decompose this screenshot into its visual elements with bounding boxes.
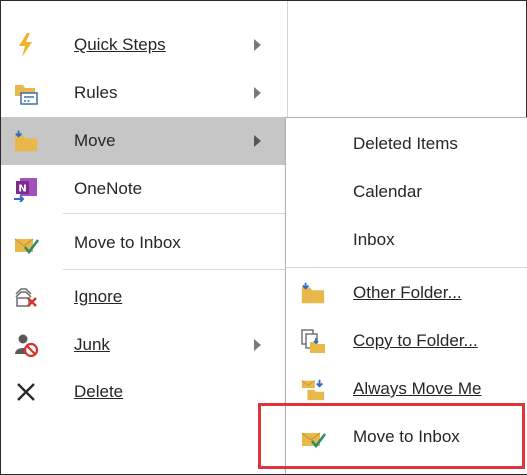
menu-item-label: Delete: [74, 382, 124, 401]
menu-item-label: OneNote: [74, 179, 143, 198]
submenu-item-label: Move to Inbox: [353, 427, 460, 446]
menu-item-label: Ignore: [74, 287, 123, 306]
submenu-item-inbox[interactable]: Inbox: [286, 216, 527, 264]
menu-item-move[interactable]: Move: [1, 117, 287, 165]
svg-text:N: N: [18, 184, 26, 195]
rules-icon: [13, 80, 39, 106]
menu-item-move-to-inbox[interactable]: Move to Inbox: [1, 219, 287, 267]
menu-item-quick-steps[interactable]: Quick Steps: [1, 21, 287, 69]
menu-item-label: Quick Steps: [74, 35, 166, 54]
ignore-icon: [13, 284, 39, 310]
move-folder-icon: [13, 128, 39, 154]
submenu-arrow-icon: [254, 135, 261, 147]
menu-item-label: Rules: [74, 83, 118, 102]
submenu-item-calendar[interactable]: Calendar: [286, 168, 527, 216]
menu-separator: [63, 269, 288, 270]
junk-icon: [13, 332, 39, 358]
menu-separator: [63, 213, 288, 214]
submenu-item-label: Other Folder...: [353, 283, 462, 302]
submenu-arrow-icon: [254, 339, 261, 351]
submenu-item-deleted-items[interactable]: Deleted Items: [286, 120, 527, 168]
lightning-icon: [13, 32, 39, 58]
move-to-inbox-icon: [300, 424, 326, 450]
submenu-item-always-move[interactable]: Always Move Me: [286, 365, 527, 413]
always-move-icon: [300, 376, 326, 402]
move-to-inbox-icon: [13, 230, 39, 256]
other-folder-icon: [300, 280, 326, 306]
submenu-item-label: Always Move Me: [353, 379, 482, 398]
submenu-item-move-to-inbox[interactable]: Move to Inbox: [286, 413, 527, 461]
menu-separator: [286, 267, 527, 268]
submenu-arrow-icon: [254, 39, 261, 51]
move-submenu: Deleted Items Calendar Inbox Other Folde…: [285, 117, 527, 474]
menu-item-ignore[interactable]: Ignore: [1, 273, 287, 321]
menu-item-junk[interactable]: Junk: [1, 321, 287, 369]
menu-item-label: Junk: [74, 335, 110, 354]
menu-item-label: Move: [74, 131, 116, 150]
delete-x-icon: [13, 379, 39, 405]
menu-item-delete[interactable]: Delete: [1, 368, 287, 416]
submenu-item-label: Copy to Folder...: [353, 331, 478, 350]
submenu-item-label: Deleted Items: [353, 134, 458, 153]
context-menu: Quick Steps Rules Move N OneNote Move to…: [1, 1, 288, 473]
submenu-item-label: Inbox: [353, 230, 395, 249]
copy-to-folder-icon: [300, 328, 326, 354]
onenote-icon: N: [13, 176, 39, 202]
submenu-arrow-icon: [254, 87, 261, 99]
menu-item-rules[interactable]: Rules: [1, 69, 287, 117]
menu-item-label: Move to Inbox: [74, 233, 181, 252]
submenu-item-copy-to-folder[interactable]: Copy to Folder...: [286, 317, 527, 365]
menu-item-onenote[interactable]: N OneNote: [1, 165, 287, 213]
submenu-item-other-folder[interactable]: Other Folder...: [286, 269, 527, 317]
submenu-item-label: Calendar: [353, 182, 422, 201]
